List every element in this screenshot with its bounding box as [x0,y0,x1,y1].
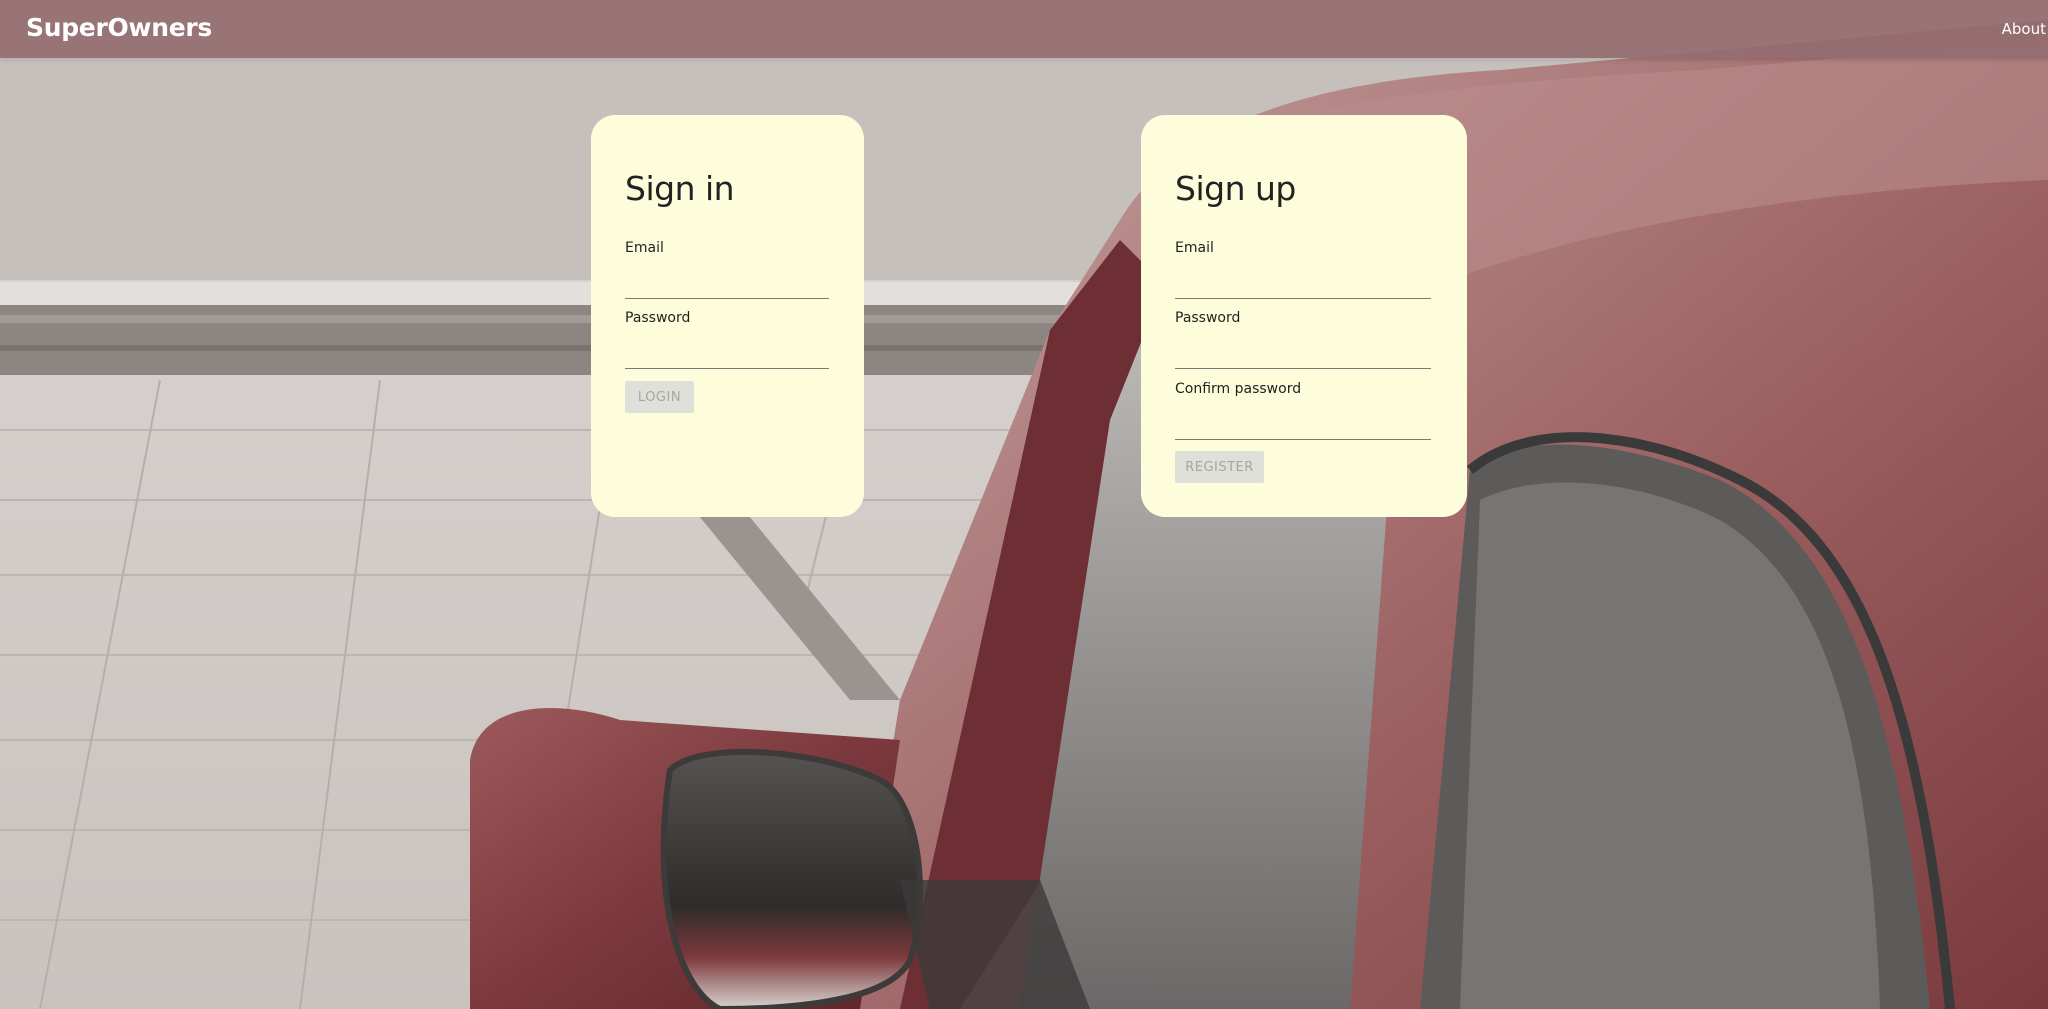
signup-confirm-password-label: Confirm password [1175,381,1302,397]
signup-password-label: Password [1175,310,1241,326]
signin-email-label: Email [625,240,664,256]
nav-link-about[interactable]: About [2002,20,2046,38]
signin-email-input[interactable] [625,269,829,299]
signin-password-input[interactable] [625,339,829,369]
login-button[interactable]: LOGIN [625,381,694,413]
signup-confirm-password-input[interactable] [1175,410,1431,440]
register-button[interactable]: REGISTER [1175,451,1264,483]
signin-title: Sign in [625,169,735,208]
background-image [0,0,2048,1009]
signup-email-input[interactable] [1175,269,1431,299]
brand-logo-link[interactable]: SuperOwners [26,13,212,42]
top-navbar: SuperOwners About [0,0,2048,58]
signin-password-label: Password [625,310,691,326]
signin-card: Sign in Email Password LOGIN [591,115,864,517]
signup-title: Sign up [1175,169,1296,208]
signup-email-label: Email [1175,240,1214,256]
signup-password-input[interactable] [1175,339,1431,369]
signup-card: Sign up Email Password Confirm password … [1141,115,1467,517]
